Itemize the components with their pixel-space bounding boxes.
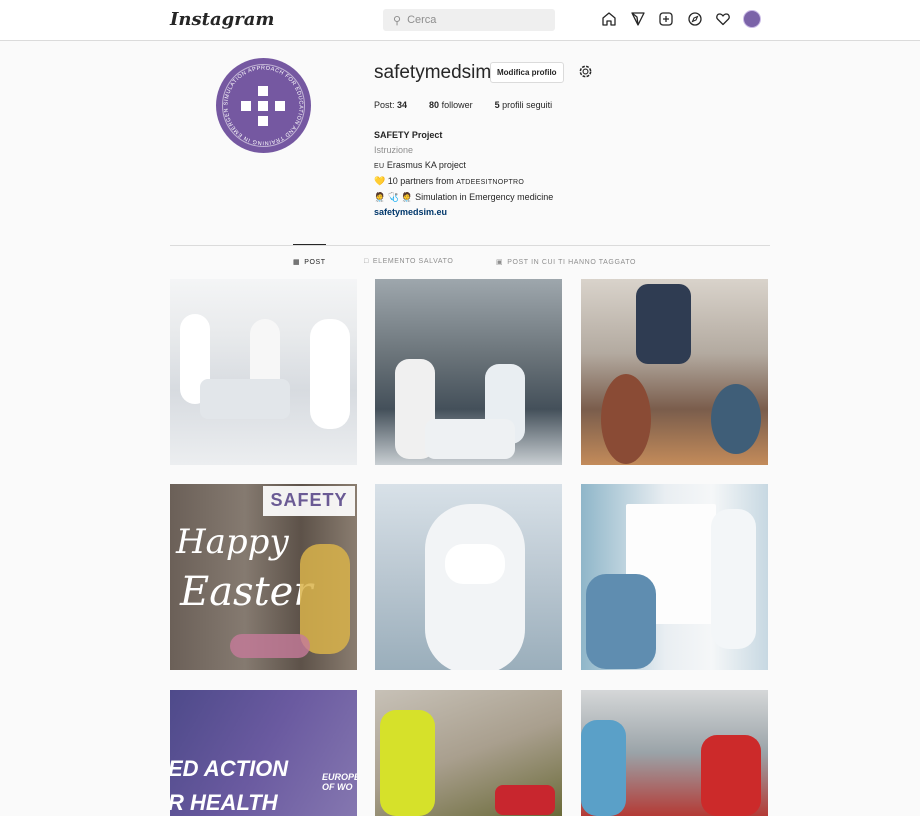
tab-post[interactable]: ▦ POST <box>293 258 326 267</box>
posts-value: 34 <box>397 100 408 110</box>
tab-saved-label: ELEMENTO SALVATO <box>372 258 454 265</box>
banner-small-2: OF WO <box>322 782 353 792</box>
banner-text-line1: ED ACTION <box>170 756 289 781</box>
yellow-heart-icon: 💛 <box>374 176 386 186</box>
easter-text-easter: Easter <box>180 569 313 615</box>
health-worker-icons: 🧑‍⚕️ 🩺 🧑‍⚕️ <box>374 192 413 202</box>
profile-avatar-icon[interactable] <box>742 10 761 28</box>
post-tile-3[interactable] <box>581 279 768 465</box>
search-icon: ⚲ <box>393 14 402 27</box>
post-tile-8[interactable] <box>375 690 562 816</box>
bio-line-1: EU Erasmus KA project <box>374 158 553 174</box>
profile-bio: SAFETY Project Istruzione EU Erasmus KA … <box>374 128 553 220</box>
bio-line-2: 💛 10 partners from ATDEESITNOPTRO <box>374 174 553 190</box>
post-tile-1[interactable] <box>170 279 357 465</box>
tagged-icon: ▣ <box>496 259 504 266</box>
nav-icons <box>600 10 761 28</box>
profile-category: Istruzione <box>374 145 414 155</box>
following-label: profili seguiti <box>502 100 553 110</box>
post-tile-9[interactable] <box>581 690 768 816</box>
bookmark-icon: □ <box>364 258 369 265</box>
settings-gear-icon[interactable] <box>578 64 593 84</box>
posts-count: Post: 34 <box>374 100 407 110</box>
profile-stats: Post: 34 80 follower 5 profili seguiti <box>374 100 574 110</box>
posts-label: Post: <box>374 100 395 110</box>
easter-text-happy: Happy <box>176 522 289 562</box>
profile-picture[interactable]: SIMULATION APPROACH FOR EDUCATION AND TR… <box>216 58 311 153</box>
post-tile-4[interactable]: SAFETY Happy Easter <box>170 484 357 670</box>
home-icon[interactable] <box>600 10 618 28</box>
avatar <box>742 10 761 28</box>
followers-value: 80 <box>429 100 440 110</box>
safety-logo: SAFETY <box>263 486 355 516</box>
tab-tagged-label: POST IN CUI TI HANNO TAGGATO <box>507 258 637 266</box>
activity-heart-icon[interactable] <box>714 10 732 28</box>
eu-flag-icon: EU <box>374 163 385 170</box>
bio-line-3: 🧑‍⚕️ 🩺 🧑‍⚕️ Simulation in Emergency medi… <box>374 190 553 205</box>
direct-icon[interactable] <box>629 10 647 28</box>
new-post-icon[interactable] <box>657 10 675 28</box>
bio-line-2-code: ATDEESITNOPTRO <box>456 179 525 186</box>
following-count[interactable]: 5 profili seguiti <box>495 100 553 110</box>
profile-username: safetymedsim <box>374 62 492 83</box>
grid-icon: ▦ <box>293 259 301 266</box>
post-tile-6[interactable] <box>581 484 768 670</box>
edit-profile-button[interactable]: Modifica profilo <box>490 62 564 83</box>
explore-icon[interactable] <box>686 10 704 28</box>
instagram-logo[interactable]: Instagram <box>170 9 274 30</box>
tab-post-label: POST <box>304 258 326 266</box>
followers-label: follower <box>441 100 473 110</box>
bio-line-3-text: Simulation in Emergency medicine <box>415 192 554 202</box>
followers-count[interactable]: 80 follower <box>429 100 473 110</box>
profile-website-link[interactable]: safetymedsim.eu <box>374 205 553 220</box>
bio-line-1-text: Erasmus KA project <box>386 160 466 170</box>
post-tile-5[interactable] <box>375 484 562 670</box>
post-tile-2[interactable] <box>375 279 562 465</box>
bio-line-2-text: 10 partners from <box>387 176 454 186</box>
tabs-divider <box>170 245 770 246</box>
post-tile-7[interactable]: ED ACTION R HEALTH EUROPE OF WO <box>170 690 357 816</box>
profile-display-name: SAFETY Project <box>374 130 443 140</box>
active-tab-indicator <box>293 244 326 245</box>
search-input[interactable]: ⚲ Cerca <box>383 9 555 31</box>
banner-small-1: EUROPE <box>322 772 357 782</box>
top-navigation-bar: Instagram ⚲ Cerca <box>0 0 920 41</box>
search-placeholder: Cerca <box>407 14 437 26</box>
banner-text-line2: R HEALTH <box>170 790 278 815</box>
tab-tagged[interactable]: ▣ POST IN CUI TI HANNO TAGGATO <box>496 258 637 267</box>
following-value: 5 <box>494 100 500 110</box>
tab-saved[interactable]: □ ELEMENTO SALVATO <box>364 258 453 265</box>
